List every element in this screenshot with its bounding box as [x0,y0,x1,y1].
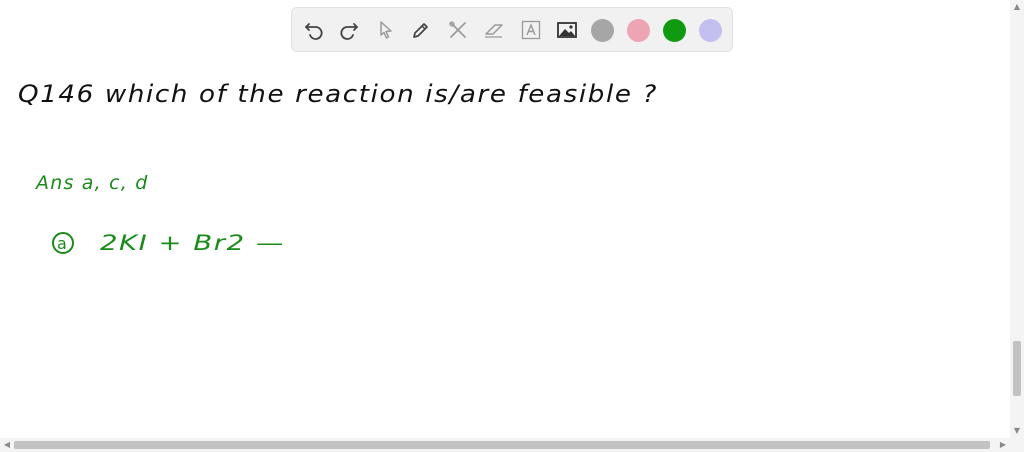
color-swatch-green[interactable] [663,19,686,42]
pen-icon[interactable] [409,18,433,42]
scroll-up-arrow-icon[interactable]: ▲ [1010,0,1024,14]
pointer-icon[interactable] [374,18,398,42]
color-swatch-lavender[interactable] [699,19,722,42]
horizontal-scroll-thumb[interactable] [14,441,990,449]
scroll-right-arrow-icon[interactable]: ▶ [996,438,1010,452]
tools-icon[interactable] [446,18,470,42]
text-icon[interactable] [519,18,543,42]
scroll-down-arrow-icon[interactable]: ▼ [1010,424,1024,438]
redo-icon[interactable] [337,18,361,42]
eraser-icon[interactable] [482,18,506,42]
color-swatch-gray[interactable] [591,19,614,42]
reaction-text: 2KI + Br2 — [100,231,285,255]
answer-text: Ans a, c, d [34,172,149,194]
reaction-label: a [57,234,67,253]
horizontal-scrollbar[interactable]: ◀ ▶ [0,438,1024,452]
color-swatch-pink[interactable] [627,19,650,42]
drawing-toolbar [291,7,733,52]
vertical-scrollbar[interactable]: ▲ ▼ [1010,0,1024,438]
question-text: Q146 which of the reaction is/are feasib… [18,80,658,108]
vertical-scroll-thumb[interactable] [1013,341,1021,396]
scroll-left-arrow-icon[interactable]: ◀ [0,438,14,452]
undo-icon[interactable] [302,18,326,42]
image-icon[interactable] [555,18,579,42]
whiteboard-canvas[interactable]: Q146 which of the reaction is/are feasib… [0,55,1010,438]
